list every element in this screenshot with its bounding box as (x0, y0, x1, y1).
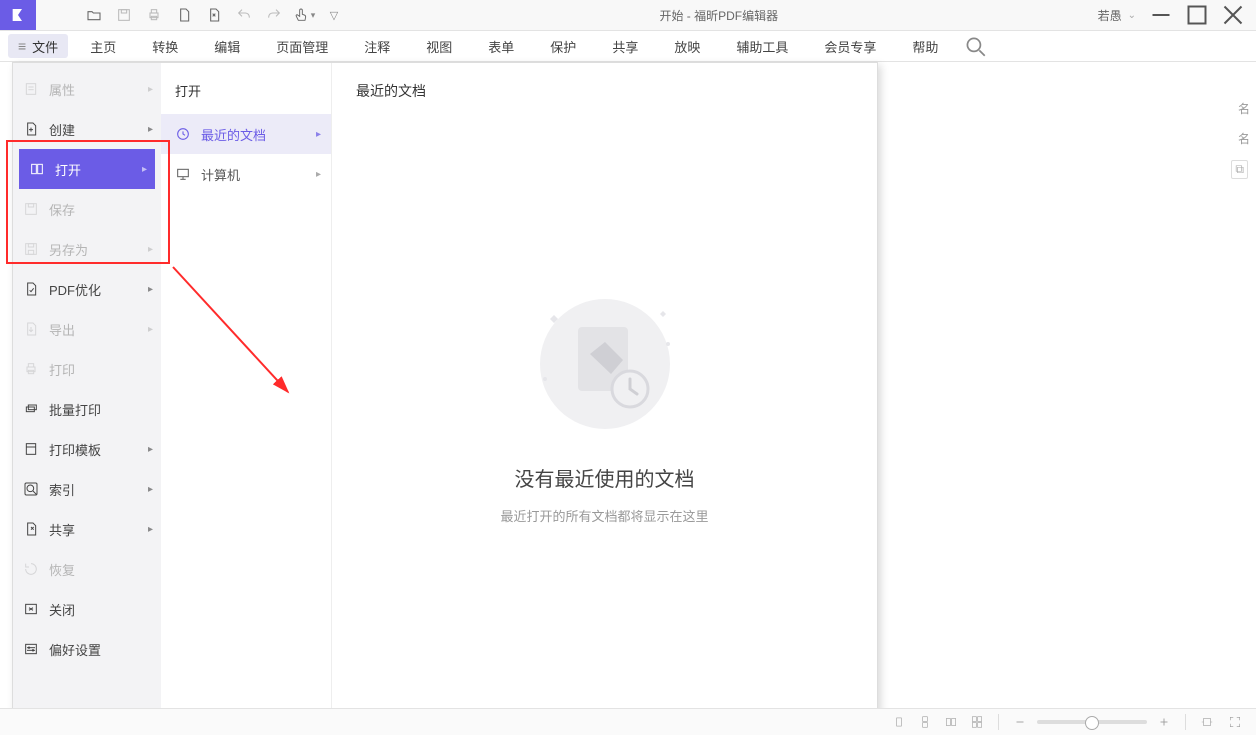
file-save-item: 保存 (13, 189, 161, 229)
file-open-item[interactable]: 打开▸ (19, 149, 155, 189)
quick-access-toolbar: ▾ ▽ (80, 2, 348, 28)
start-panel-backdrop: 名 名 ⧉ (875, 62, 1256, 711)
recent-documents-title: 最近的文档 (356, 81, 853, 101)
window-controls (1144, 2, 1250, 28)
tab-share[interactable]: 共享 (594, 31, 656, 61)
tab-vip[interactable]: 会员专享 (806, 31, 894, 61)
view-continuous-button[interactable] (914, 713, 936, 731)
qat-customize-button[interactable]: ▽ (320, 2, 348, 28)
empty-state-title: 没有最近使用的文档 (515, 463, 695, 492)
tab-tools[interactable]: 辅助工具 (718, 31, 806, 61)
zoom-slider[interactable] (1037, 720, 1147, 724)
view-single-page-button[interactable] (888, 713, 910, 731)
window-title: 开始 - 福昕PDF编辑器 (348, 7, 1090, 24)
fullscreen-button[interactable] (1224, 713, 1246, 731)
foxit-logo-icon (10, 7, 26, 23)
file-backstage-panel: 属性▸ 创建▸ 打开▸ 保存 另存为▸ PDF优化▸ 导出▸ 打印 批量打印 打… (12, 62, 878, 713)
qat-touch-button[interactable]: ▾ (290, 2, 318, 28)
backdrop-expand-icon: ⧉ (1231, 160, 1248, 179)
tab-convert[interactable]: 转换 (134, 31, 196, 61)
backdrop-column-header: 名 (1238, 100, 1250, 117)
file-pdf-optimize-item[interactable]: PDF优化▸ (13, 269, 161, 309)
view-two-page-button[interactable] (940, 713, 962, 731)
open-computer-item[interactable]: 计算机▸ (161, 154, 331, 194)
user-account[interactable]: 若愚 ⌄ (1090, 7, 1144, 24)
computer-icon (175, 166, 191, 182)
view-two-continuous-button[interactable] (966, 713, 988, 731)
file-print-item: 打印 (13, 349, 161, 389)
empty-state-illustration (520, 279, 690, 449)
open-recent-item[interactable]: 最近的文档▸ (161, 114, 331, 154)
main-area: 名 名 ⧉ 属性▸ 创建▸ 打开▸ 保存 另存为▸ PDF优化▸ 导出▸ 打印 … (0, 62, 1256, 711)
file-export-item: 导出▸ (13, 309, 161, 349)
file-preferences-item[interactable]: 偏好设置 (13, 629, 161, 669)
qat-open-button[interactable] (80, 2, 108, 28)
file-batch-print-item[interactable]: 批量打印 (13, 389, 161, 429)
file-panel-left-nav: 属性▸ 创建▸ 打开▸ 保存 另存为▸ PDF优化▸ 导出▸ 打印 批量打印 打… (13, 63, 161, 712)
file-saveas-item: 另存为▸ (13, 229, 161, 269)
qat-save-button[interactable] (110, 2, 138, 28)
ribbon-tabs: 文件 主页 转换 编辑 页面管理 注释 视图 表单 保护 共享 放映 辅助工具 … (0, 31, 1256, 62)
maximize-button[interactable] (1180, 2, 1214, 28)
qat-create-button[interactable] (170, 2, 198, 28)
tab-protect[interactable]: 保护 (532, 31, 594, 61)
search-button[interactable] (962, 33, 988, 59)
file-properties-item: 属性▸ (13, 69, 161, 109)
tab-page-manage[interactable]: 页面管理 (258, 31, 346, 61)
file-share-item[interactable]: 共享▸ (13, 509, 161, 549)
recent-documents-pane: 最近的文档 没有最近使用的文档 最近打开的所有文档都将显示在这里 (332, 63, 877, 712)
file-close-item[interactable]: 关闭 (13, 589, 161, 629)
app-logo (0, 0, 36, 30)
tab-help[interactable]: 帮助 (894, 31, 956, 61)
tab-comment[interactable]: 注释 (346, 31, 408, 61)
zoom-out-button[interactable] (1009, 713, 1031, 731)
user-name-label: 若愚 (1098, 7, 1122, 24)
file-restore-item: 恢复 (13, 549, 161, 589)
fit-width-button[interactable] (1196, 713, 1218, 731)
file-menu-button[interactable]: 文件 (8, 34, 68, 58)
zoom-in-button[interactable] (1153, 713, 1175, 731)
file-open-submenu: 打开 最近的文档▸ 计算机▸ (161, 63, 332, 712)
title-bar: ▾ ▽ 开始 - 福昕PDF编辑器 若愚 ⌄ (0, 0, 1256, 31)
qat-export-button[interactable] (200, 2, 228, 28)
file-open-submenu-title: 打开 (161, 73, 331, 114)
qat-undo-button[interactable] (230, 2, 258, 28)
empty-state: 没有最近使用的文档 最近打开的所有文档都将显示在这里 (356, 109, 853, 694)
file-print-template-item[interactable]: 打印模板▸ (13, 429, 161, 469)
minimize-button[interactable] (1144, 2, 1178, 28)
tab-present[interactable]: 放映 (656, 31, 718, 61)
close-window-button[interactable] (1216, 2, 1250, 28)
view-mode-group (888, 713, 988, 731)
file-menu-label: 文件 (32, 37, 58, 56)
status-bar (0, 708, 1256, 735)
statusbar-divider-2 (1185, 714, 1186, 730)
empty-state-subtitle: 最近打开的所有文档都将显示在这里 (500, 506, 708, 525)
qat-print-button[interactable] (140, 2, 168, 28)
qat-redo-button[interactable] (260, 2, 288, 28)
tab-view[interactable]: 视图 (408, 31, 470, 61)
statusbar-divider (998, 714, 999, 730)
tab-form[interactable]: 表单 (470, 31, 532, 61)
user-dropdown-icon: ⌄ (1128, 10, 1136, 21)
recent-icon (175, 126, 191, 142)
tab-edit[interactable]: 编辑 (196, 31, 258, 61)
tab-home[interactable]: 主页 (72, 31, 134, 61)
backdrop-column-header-2: 名 (1238, 130, 1250, 147)
file-create-item[interactable]: 创建▸ (13, 109, 161, 149)
file-index-item[interactable]: 索引▸ (13, 469, 161, 509)
